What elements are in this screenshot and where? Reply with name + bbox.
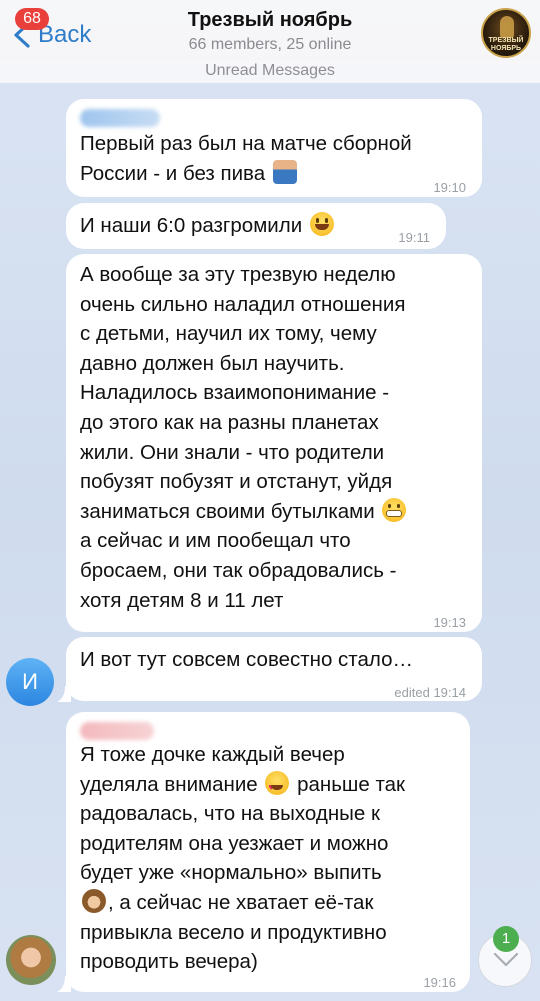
- sender-avatar[interactable]: И: [6, 658, 54, 706]
- message-time: edited 19:14: [394, 685, 466, 700]
- chevron-down-icon: [493, 952, 519, 967]
- message-line: уделяла внимание: [80, 772, 258, 796]
- message-bubble[interactable]: И наши 6:0 разгромили 19:11: [66, 203, 446, 249]
- message-line: очень сильно наладил отношения: [80, 292, 406, 316]
- unread-count-badge: 68: [15, 8, 49, 30]
- person-shrugging-emoji: [272, 159, 297, 184]
- new-messages-badge: 1: [493, 926, 519, 952]
- message-line-with-emoji: уделяла внимание раньше так: [80, 770, 406, 802]
- message-line: до этого как на разны планетах: [80, 410, 379, 434]
- message-line: а сейчас и им пообещал что: [80, 529, 351, 553]
- message-line: бросаем, они так обрадовались -: [80, 558, 397, 582]
- sender-avatar-photo[interactable]: [6, 935, 56, 985]
- unread-messages-divider: Unread Messages: [0, 61, 540, 83]
- heart-eyes-emoji: [265, 770, 290, 802]
- chat-subtitle: 66 members, 25 online: [188, 36, 352, 53]
- message-line: побузят побузят и отстанут, уйдя: [80, 470, 393, 494]
- message-line: заниматься своими бутылками: [80, 499, 375, 523]
- message-line: Я тоже дочке каждый вечер: [80, 743, 345, 766]
- message-line: Наладилось взаимопонимание -: [80, 381, 390, 405]
- message-time: 19:13: [433, 615, 466, 630]
- avatar-caption: ТРЕЗВЫЙ НОЯБРЬ: [488, 37, 524, 52]
- message-line: с детьми, научил их тому, чему: [80, 322, 377, 346]
- see-no-evil-monkey-emoji: [82, 888, 106, 913]
- message-line: , а сейчас не хватает её-так: [108, 890, 374, 914]
- grinning-face-emoji: [309, 212, 334, 236]
- message-time: 19:10: [433, 180, 466, 195]
- message-line: раньше так: [297, 772, 406, 796]
- chat-header: Back 68 Трезвый ноябрь 66 members, 25 on…: [0, 0, 540, 67]
- message-line: проводить вечера): [80, 950, 258, 974]
- message-line: радовалась, что на выходные к: [80, 802, 380, 826]
- avatar-figure: [500, 16, 514, 38]
- bubble-tail: [57, 976, 71, 992]
- message-time: 19:16: [423, 975, 456, 990]
- message-line: И вот тут совсем совестно стало…: [80, 648, 413, 671]
- message-line: И наши 6:0 разгромили: [80, 214, 303, 237]
- group-avatar[interactable]: ТРЕЗВЫЙ НОЯБРЬ: [481, 8, 531, 58]
- message-line: А вообще за эту трезвую неделю: [80, 263, 396, 286]
- message-line: давно должен был научить.: [80, 351, 345, 375]
- message-bubble[interactable]: И вот тут совсем совестно стало… edited …: [66, 637, 482, 701]
- message-line: родителям она уезжает и можно: [80, 831, 389, 855]
- message-bubble[interactable]: Первый раз был на матче сборной России -…: [66, 99, 482, 197]
- grimacing-face-emoji: [382, 497, 407, 522]
- message-line: будет уже «нормально» выпить: [80, 861, 382, 885]
- message-line: хотя детям 8 и 11 лет: [80, 588, 284, 612]
- message-line-with-emoji: , а сейчас не хватает её-так: [80, 888, 405, 918]
- bubble-tail: [57, 686, 71, 702]
- message-time: 19:11: [398, 230, 430, 245]
- message-bubble[interactable]: А вообще за эту трезвую неделю очень сил…: [66, 254, 482, 632]
- sender-name-blurred: [80, 722, 154, 740]
- message-line: Первый раз был на матче сборной: [80, 132, 412, 155]
- message-line-with-emoji: заниматься своими бутылками: [80, 497, 408, 527]
- message-line: жили. Они знали - что родители: [80, 440, 385, 464]
- message-line: привыкла весело и продуктивно: [80, 920, 387, 944]
- chat-title[interactable]: Трезвый ноябрь: [120, 9, 420, 32]
- message-bubble[interactable]: Я тоже дочке каждый вечер уделяла вниман…: [66, 712, 470, 992]
- sender-name-blurred: [80, 109, 160, 127]
- message-line: России - и без пива: [80, 161, 266, 185]
- message-line-with-emoji: России - и без пива: [80, 159, 412, 189]
